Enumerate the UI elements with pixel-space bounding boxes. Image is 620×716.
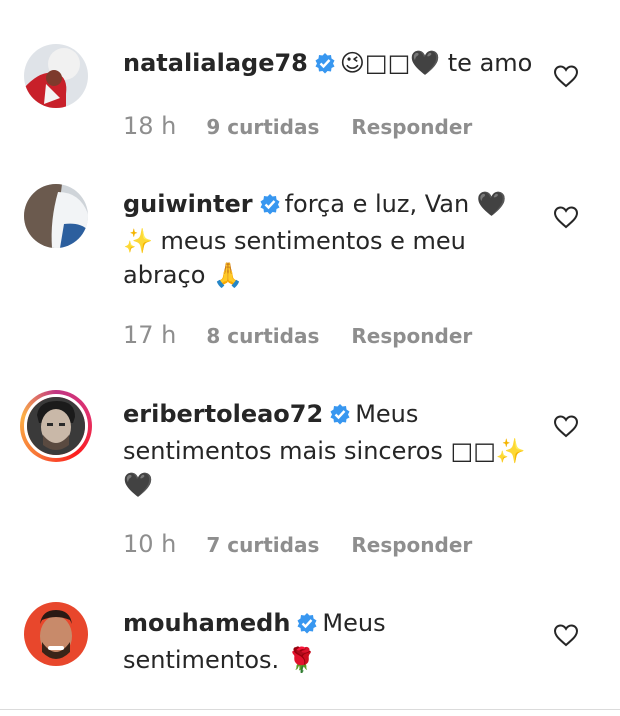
comment-likes[interactable]: 9 curtidas: [206, 115, 319, 139]
comment-likes[interactable]: 7 curtidas: [206, 533, 319, 557]
heart-outline-icon[interactable]: [553, 414, 579, 438]
comment-text: guiwinter força e luz, Van 🖤✨ meus sentim…: [123, 187, 533, 292]
heart-outline-icon[interactable]: [553, 205, 579, 229]
verified-badge-icon: [259, 190, 281, 224]
comment-time[interactable]: 18 h: [123, 112, 176, 140]
comment-text: eribertoleao72 Meus sentimentos mais sinc…: [123, 397, 533, 502]
comment-username[interactable]: mouhamedh: [123, 609, 290, 637]
avatar[interactable]: [24, 44, 88, 108]
comment-likes[interactable]: 8 curtidas: [206, 324, 319, 348]
heart-outline-icon[interactable]: [553, 64, 579, 88]
comment-meta: 18 h 9 curtidas Responder: [123, 112, 472, 140]
avatar[interactable]: [24, 602, 88, 666]
comment-body: 😉□□🖤 te amo: [339, 49, 533, 77]
comment-text: mouhamedh Meus sentimentos. 🌹: [123, 606, 533, 677]
reply-button[interactable]: Responder: [351, 115, 472, 139]
comment-time[interactable]: 10 h: [123, 530, 176, 558]
comment-meta: 10 h 7 curtidas Responder: [123, 530, 472, 558]
comment-meta: 17 h 8 curtidas Responder: [123, 321, 472, 349]
verified-badge-icon: [329, 400, 351, 434]
avatar-story-ring[interactable]: [20, 390, 92, 462]
avatar: [24, 394, 88, 458]
reply-button[interactable]: Responder: [351, 324, 472, 348]
avatar[interactable]: [24, 184, 88, 248]
comment-time[interactable]: 17 h: [123, 321, 176, 349]
verified-badge-icon: [296, 609, 318, 643]
comment-username[interactable]: eribertoleao72: [123, 400, 323, 428]
divider: [0, 709, 620, 710]
comment-text: natalialage78 😉□□🖤 te amo: [123, 46, 533, 83]
comment-username[interactable]: guiwinter: [123, 190, 253, 218]
verified-badge-icon: [314, 49, 336, 83]
heart-outline-icon[interactable]: [553, 623, 579, 647]
reply-button[interactable]: Responder: [351, 533, 472, 557]
comment-username[interactable]: natalialage78: [123, 49, 308, 77]
